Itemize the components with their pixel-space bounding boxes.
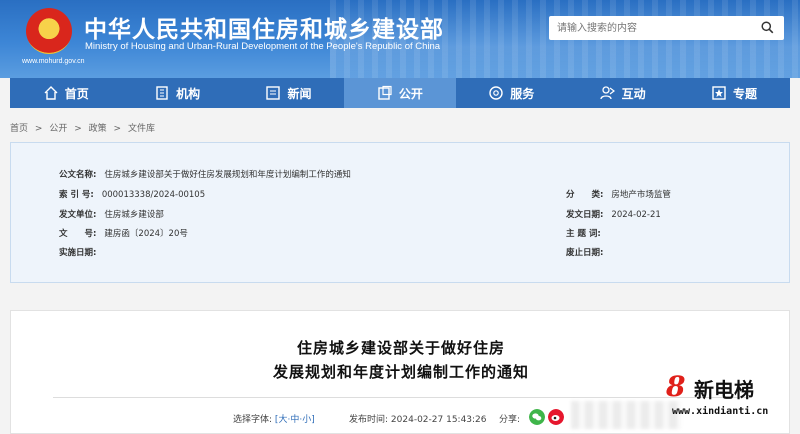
font-medium-option[interactable]: 中 bbox=[290, 415, 299, 425]
divider bbox=[53, 397, 749, 398]
nav-label: 新闻 bbox=[287, 86, 312, 101]
expiry-date-label: 废止日期: bbox=[566, 248, 604, 258]
doc-number-row: 文 号: 建房函〔2024〕20号 bbox=[59, 227, 188, 239]
index-label: 索 引 号: bbox=[59, 190, 94, 200]
expiry-date-row: 废止日期: bbox=[566, 246, 611, 258]
font-small-option[interactable]: 小 bbox=[302, 415, 311, 425]
main-nav: 首页 机构 新闻 公开 服务 互动 专题 bbox=[10, 78, 790, 108]
national-emblem-icon: ★ bbox=[26, 8, 72, 54]
topic-icon bbox=[712, 86, 726, 100]
nav-item-home[interactable]: 首页 bbox=[10, 78, 121, 108]
font-select-label: 选择字体: bbox=[233, 415, 273, 425]
keywords-row: 主 题 词: bbox=[566, 227, 609, 239]
category-value: 房地产市场监管 bbox=[611, 190, 671, 200]
wechat-share-icon[interactable] bbox=[529, 409, 545, 425]
nav-label: 服务 bbox=[510, 86, 535, 101]
nav-item-service[interactable]: 服务 bbox=[456, 78, 567, 108]
breadcrumb-separator: > bbox=[113, 124, 122, 134]
breadcrumb-separator: > bbox=[74, 124, 82, 134]
nav-item-disclosure[interactable]: 公开 bbox=[344, 78, 456, 108]
doc-title-row: 公文名称: 住房城乡建设部关于做好住房发展规划和年度计划编制工作的通知 bbox=[59, 168, 351, 180]
breadcrumb-disclosure[interactable]: 公开 bbox=[49, 124, 67, 134]
blurred-region bbox=[571, 401, 681, 429]
issue-date-label: 发文日期: bbox=[566, 210, 604, 220]
font-bracket-close: ] bbox=[311, 415, 315, 425]
effective-date-label: 实施日期: bbox=[59, 248, 97, 258]
doc-number-value: 建房函〔2024〕20号 bbox=[104, 229, 188, 239]
watermark-text: 新电梯 bbox=[694, 378, 754, 402]
site-title[interactable]: 中华人民共和国住房和城乡建设部 bbox=[84, 10, 444, 44]
nav-label: 公开 bbox=[398, 86, 423, 101]
doc-title-value: 住房城乡建设部关于做好住房发展规划和年度计划编制工作的通知 bbox=[104, 170, 351, 180]
publish-time: 发布时间: 2024-02-27 15:43:26 bbox=[349, 412, 487, 425]
interaction-icon bbox=[599, 86, 615, 100]
issuer-row: 发文单位: 住房城乡建设部 bbox=[59, 208, 164, 220]
disclosure-icon bbox=[378, 85, 392, 100]
index-value: 000013338/2024-00105 bbox=[101, 190, 206, 200]
category-label: 分 类: bbox=[566, 190, 604, 200]
site-subtitle: Ministry of Housing and Urban-Rural Deve… bbox=[85, 41, 441, 52]
nav-label: 首页 bbox=[64, 86, 89, 101]
service-icon bbox=[489, 86, 503, 100]
building-icon bbox=[156, 86, 168, 100]
article-title-line1: 住房城乡建设部关于做好住房 bbox=[296, 339, 505, 357]
weibo-share-icon[interactable] bbox=[548, 409, 564, 425]
issue-date-value: 2024-02-21 bbox=[611, 210, 661, 220]
nav-item-organization[interactable]: 机构 bbox=[121, 78, 232, 108]
watermark: 8 新电梯 www.xindianti.cn bbox=[666, 368, 800, 434]
home-icon bbox=[44, 86, 58, 100]
nav-item-interaction[interactable]: 互动 bbox=[567, 78, 678, 108]
nav-item-topic[interactable]: 专题 bbox=[678, 78, 789, 108]
breadcrumb-policy[interactable]: 政策 bbox=[89, 124, 107, 134]
doc-number-label: 文 号: bbox=[59, 229, 97, 239]
font-size-selector: 选择字体: [大·中·小] bbox=[233, 412, 315, 425]
effective-date-row: 实施日期: bbox=[59, 246, 104, 258]
publish-time-value: 2024-02-27 15:43:26 bbox=[390, 415, 487, 425]
nav-item-news[interactable]: 新闻 bbox=[233, 78, 344, 108]
index-row: 索 引 号: 000013338/2024-00105 bbox=[59, 188, 205, 200]
breadcrumb: 首页 > 公开 > 政策 > 文件库 bbox=[10, 121, 159, 134]
keywords-label: 主 题 词: bbox=[566, 229, 601, 239]
site-header: ★ 中华人民共和国住房和城乡建设部 Ministry of Housing an… bbox=[0, 0, 800, 78]
nav-label: 机构 bbox=[176, 86, 201, 101]
search-box bbox=[549, 16, 784, 40]
search-icon[interactable] bbox=[761, 21, 774, 34]
share-label: 分享: bbox=[499, 415, 521, 425]
nav-label: 专题 bbox=[733, 86, 758, 101]
watermark-logo: 8 bbox=[666, 370, 686, 403]
publish-time-label: 发布时间: bbox=[349, 415, 389, 425]
search-input[interactable] bbox=[557, 19, 747, 37]
category-row: 分 类: 房地产市场监管 bbox=[566, 188, 671, 200]
site-url: www.mohurd.gov.cn bbox=[22, 58, 85, 65]
breadcrumb-separator: > bbox=[34, 124, 43, 134]
nav-label: 互动 bbox=[621, 86, 646, 101]
breadcrumb-home[interactable]: 首页 bbox=[10, 124, 28, 134]
news-icon bbox=[266, 86, 281, 100]
watermark-url: www.xindianti.cn bbox=[672, 406, 769, 417]
issuer-value: 住房城乡建设部 bbox=[104, 210, 164, 220]
document-info-panel: 公文名称: 住房城乡建设部关于做好住房发展规划和年度计划编制工作的通知 索 引 号… bbox=[10, 142, 790, 283]
issuer-label: 发文单位: bbox=[59, 210, 97, 220]
doc-title-label: 公文名称: bbox=[59, 170, 97, 180]
issue-date-row: 发文日期: 2024-02-21 bbox=[566, 208, 661, 220]
breadcrumb-library[interactable]: 文件库 bbox=[128, 124, 155, 134]
